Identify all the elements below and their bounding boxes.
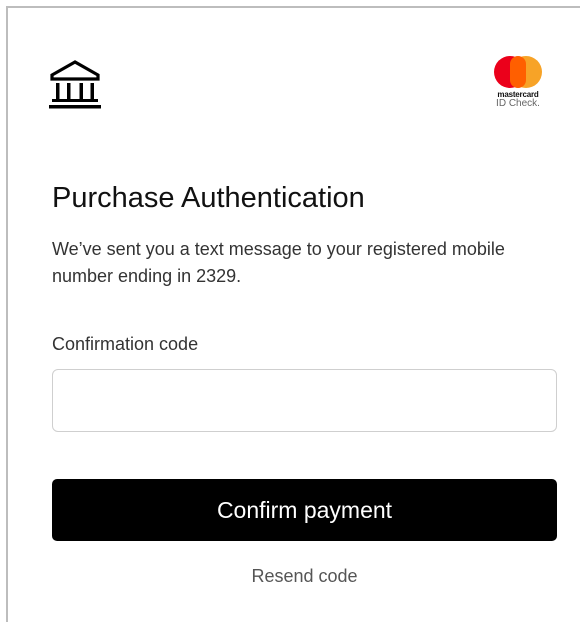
confirm-payment-button[interactable]: Confirm payment xyxy=(52,479,557,541)
bank-building-icon xyxy=(49,60,101,110)
resend-code-link[interactable]: Resend code xyxy=(52,566,557,587)
page-title: Purchase Authentication xyxy=(52,182,365,214)
authentication-panel: mastercard ID Check. Purchase Authentica… xyxy=(6,6,580,622)
sms-sent-message: We’ve sent you a text message to your re… xyxy=(52,239,505,286)
id-check-label: ID Check. xyxy=(496,98,540,109)
confirmation-code-label: Confirmation code xyxy=(52,334,199,354)
mastercard-id-check-logo: mastercard ID Check. xyxy=(488,56,548,116)
confirmation-code-input[interactable] xyxy=(52,369,557,432)
mastercard-circles-icon xyxy=(492,56,544,88)
